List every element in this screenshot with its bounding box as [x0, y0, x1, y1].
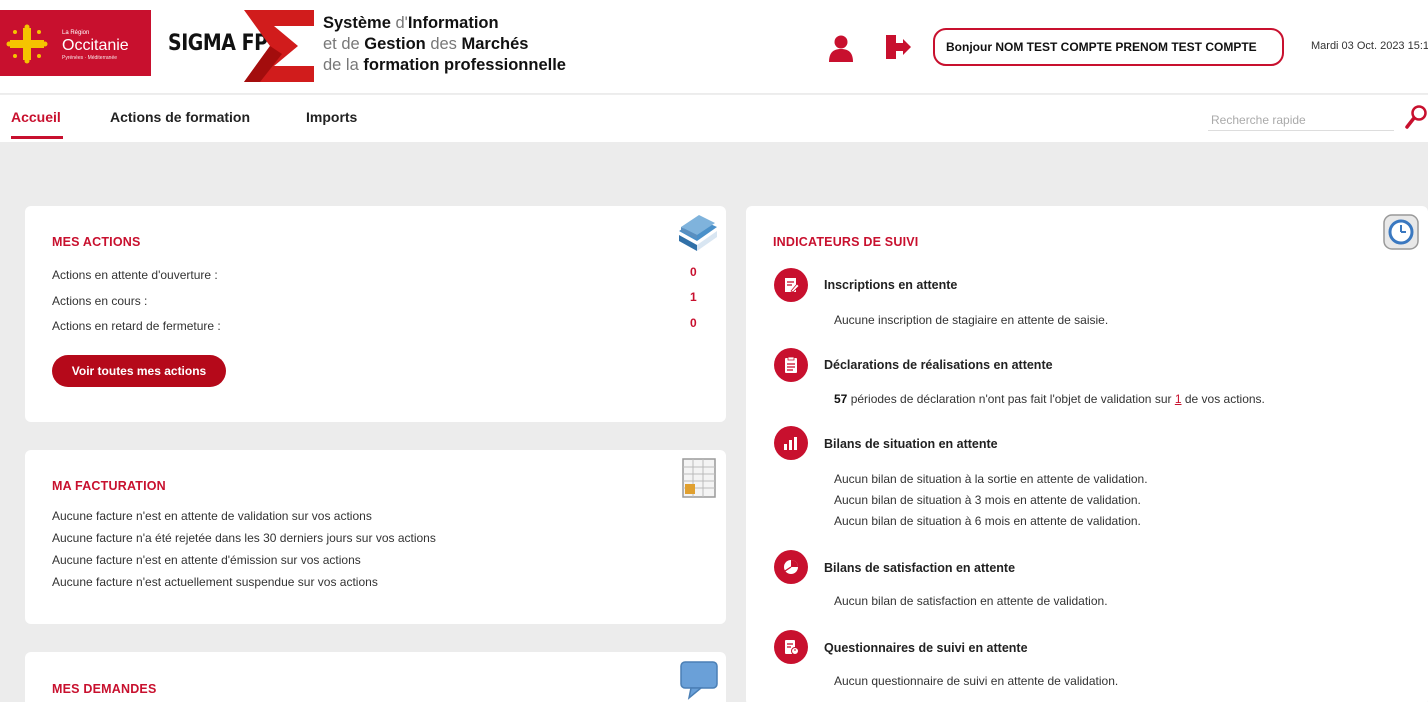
active-tab-indicator: [11, 136, 63, 139]
bilans-situation-title: Bilans de situation en attente: [824, 437, 998, 451]
logout-icon[interactable]: [885, 33, 911, 61]
facture-attente-validation: Aucune facture n'est en attente de valid…: [52, 509, 372, 523]
declarations-actions-link[interactable]: 1: [1175, 392, 1182, 406]
search-icon[interactable]: [1404, 103, 1428, 131]
bilans-satisfaction-text: Aucun bilan de satisfaction en attente d…: [834, 594, 1108, 608]
quick-search-input[interactable]: Recherche rapide: [1208, 109, 1394, 131]
actions-attente-ouverture-label: Actions en attente d'ouverture :: [52, 268, 218, 282]
facture-rejetee: Aucune facture n'a été rejetée dans les …: [52, 531, 436, 545]
edit-document-icon: [774, 268, 808, 302]
mes-actions-card: MES ACTIONS Actions en attente d'ouvertu…: [25, 206, 726, 422]
bar-chart-icon: [774, 426, 808, 460]
current-date: Mardi 03 Oct. 2023 15:1: [1311, 40, 1428, 52]
tab-accueil[interactable]: Accueil: [11, 109, 61, 125]
invoice-spreadsheet-icon: [682, 458, 716, 498]
bilans-situation-3-mois: Aucun bilan de situation à 3 mois en att…: [834, 493, 1141, 507]
voir-toutes-actions-button[interactable]: Voir toutes mes actions: [52, 355, 226, 387]
inscriptions-title: Inscriptions en attente: [824, 278, 958, 292]
bilans-situation-6-mois: Aucun bilan de situation à 6 mois en att…: [834, 514, 1141, 528]
main-nav: Accueil Actions de formation Imports Rec…: [0, 94, 1428, 142]
region-sub-label: Pyrénées · Méditerranée: [62, 55, 118, 61]
declarations-count: 57: [834, 392, 848, 406]
indicateurs-title: INDICATEURS DE SUIVI: [773, 235, 919, 249]
mes-actions-title: MES ACTIONS: [52, 235, 141, 249]
actions-en-cours-label: Actions en cours :: [52, 294, 148, 308]
ma-facturation-card: MA FACTURATION Aucune facture n'est en a…: [25, 450, 726, 624]
facture-attente-emission: Aucune facture n'est en attente d'émissi…: [52, 553, 361, 567]
region-small-label: La Région: [62, 30, 90, 36]
declarations-text: 57 périodes de déclaration n'ont pas fai…: [834, 392, 1265, 406]
ma-facturation-title: MA FACTURATION: [52, 479, 166, 493]
actions-attente-ouverture-count[interactable]: 0: [690, 265, 697, 279]
declarations-text-a: périodes de déclaration n'ont pas fait l…: [847, 392, 1175, 406]
header: La Région Occitanie Pyrénées · Méditerra…: [0, 0, 1428, 93]
chat-bubble-icon: [680, 661, 718, 700]
inscriptions-text: Aucune inscription de stagiaire en atten…: [834, 313, 1109, 327]
pie-chart-icon: [774, 550, 808, 584]
mes-demandes-card: MES DEMANDES: [25, 652, 726, 702]
region-occitanie-logo[interactable]: La Région Occitanie Pyrénées · Méditerra…: [0, 10, 151, 76]
questionnaires-title: Questionnaires de suivi en attente: [824, 641, 1028, 655]
user-profile-icon[interactable]: [828, 34, 854, 62]
occitan-cross-icon: [6, 24, 48, 64]
declarations-title: Déclarations de réalisations en attente: [824, 358, 1053, 372]
bilans-situation-sortie: Aucun bilan de situation à la sortie en …: [834, 472, 1148, 486]
facture-suspendue: Aucune facture n'est actuellement suspen…: [52, 575, 378, 589]
clock-icon: [1383, 214, 1419, 250]
indicateurs-suivi-card: INDICATEURS DE SUIVI Inscriptions en att…: [746, 206, 1428, 702]
user-greeting: Bonjour NOM TEST COMPTE PRENOM TEST COMP…: [933, 28, 1284, 66]
actions-en-cours-count[interactable]: 1: [690, 290, 697, 304]
tab-actions-de-formation[interactable]: Actions de formation: [110, 109, 250, 125]
questionnaires-text: Aucun questionnaire de suivi en attente …: [834, 674, 1119, 688]
bilans-satisfaction-title: Bilans de satisfaction en attente: [824, 561, 1016, 575]
region-name: Occitanie: [62, 37, 129, 54]
actions-retard-fermeture-label: Actions en retard de fermeture :: [52, 319, 221, 333]
system-title: Système d'Information et de Gestion des …: [323, 14, 566, 74]
mes-demandes-title: MES DEMANDES: [52, 682, 157, 696]
sigma-logo-icon: [244, 10, 314, 82]
clipboard-list-icon: [774, 348, 808, 382]
declarations-text-b: de vos actions.: [1181, 392, 1265, 406]
questionnaire-icon: [774, 630, 808, 664]
tab-imports[interactable]: Imports: [306, 109, 357, 125]
books-icon: [679, 215, 717, 251]
actions-retard-fermeture-count[interactable]: 0: [690, 316, 697, 330]
